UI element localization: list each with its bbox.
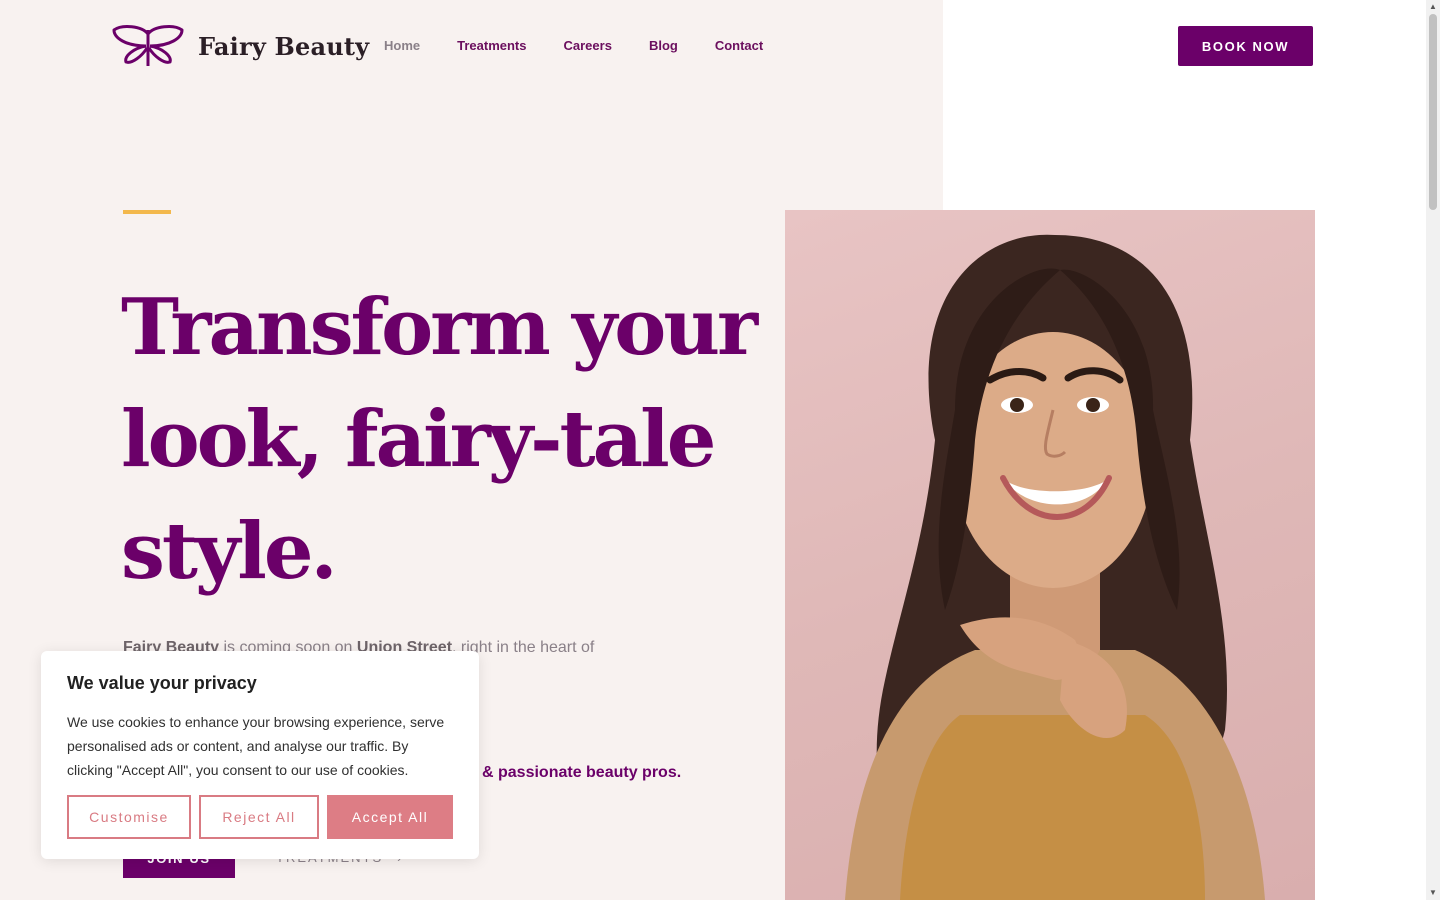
book-now-button[interactable]: BOOK NOW [1178,26,1313,66]
nav-treatments[interactable]: Treatments [457,38,526,53]
hero-tagline: & passionate beauty pros. [482,764,682,781]
butterfly-icon [112,25,184,66]
accept-all-button[interactable]: Accept All [327,795,453,839]
brand-logo[interactable]: Fairy Beauty [112,24,369,68]
cookie-buttons: Customise Reject All Accept All [67,795,453,839]
portrait-illustration [845,234,1265,900]
scroll-down-arrow-icon[interactable]: ▼ [1429,889,1437,897]
scroll-thumb[interactable] [1429,14,1437,210]
cookie-body: We use cookies to enhance your browsing … [67,714,445,778]
scroll-up-arrow-icon[interactable]: ▲ [1429,3,1437,11]
page-scrollbar[interactable]: ▲ ▼ [1426,0,1440,900]
nav-contact[interactable]: Contact [715,38,763,53]
brand-name: Fairy Beauty [198,31,370,61]
customise-button[interactable]: Customise [67,795,191,839]
main-nav: Home Treatments Careers Blog Contact [384,38,800,53]
hero-title: Transform your look, fairy-tale style. [121,282,758,597]
hero-accent-line [123,210,171,214]
hero-portrait-image [785,210,1315,900]
reject-all-button[interactable]: Reject All [199,795,319,839]
cookie-title: We value your privacy [67,673,257,693]
nav-home[interactable]: Home [384,38,420,53]
nav-blog[interactable]: Blog [649,38,678,53]
cookie-consent-banner: We value your privacy We use cookies to … [41,651,479,859]
nav-careers[interactable]: Careers [564,38,612,53]
